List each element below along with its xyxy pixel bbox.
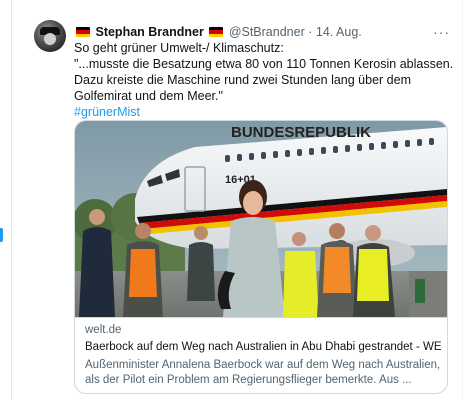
- active-indicator: [0, 228, 3, 242]
- hashtag-link[interactable]: #grünerMist: [74, 105, 140, 119]
- header-separator: ·: [308, 25, 313, 39]
- aircraft-lettering: BUNDESREPUBLIK: [231, 124, 371, 141]
- card-description: Außenminister Annalena Baerbock war auf …: [85, 359, 441, 386]
- author-handle[interactable]: @StBrandner: [229, 25, 305, 39]
- tweet-line-1: So geht grüner Umwelt-/ Klimaschutz:: [74, 41, 284, 55]
- card-domain: welt.de: [85, 324, 122, 336]
- tweet-header: Stephan Brandner @StBrandner · 14. Aug. …: [74, 22, 454, 42]
- author-name[interactable]: Stephan Brandner: [95, 25, 203, 39]
- card-meta[interactable]: welt.de Baerbock auf dem Weg nach Austra…: [75, 317, 447, 393]
- timeline-border: [462, 0, 463, 400]
- rail-divider: [11, 0, 12, 400]
- avatar-face: [44, 33, 56, 45]
- avatar[interactable]: [34, 20, 66, 52]
- german-flag-icon: [76, 27, 90, 37]
- tweet-line-2: "...musste die Besatzung etwa 80 von 110…: [74, 57, 454, 103]
- more-options-icon[interactable]: ···: [433, 22, 450, 42]
- german-flag-icon: [209, 27, 224, 37]
- tweet-text: So geht grüner Umwelt-/ Klimaschutz: "..…: [74, 40, 454, 120]
- card-photo: BUNDESREPUBLIK 16+01: [75, 121, 447, 317]
- card-title[interactable]: Baerbock auf dem Weg nach Australien in …: [85, 341, 441, 353]
- link-card[interactable]: BUNDESREPUBLIK 16+01 welt.de Baerbock au…: [74, 120, 448, 394]
- tweet[interactable]: Stephan Brandner @StBrandner · 14. Aug. …: [34, 12, 454, 400]
- tweet-date[interactable]: 14. Aug.: [316, 25, 362, 39]
- card-image[interactable]: BUNDESREPUBLIK 16+01: [75, 121, 447, 317]
